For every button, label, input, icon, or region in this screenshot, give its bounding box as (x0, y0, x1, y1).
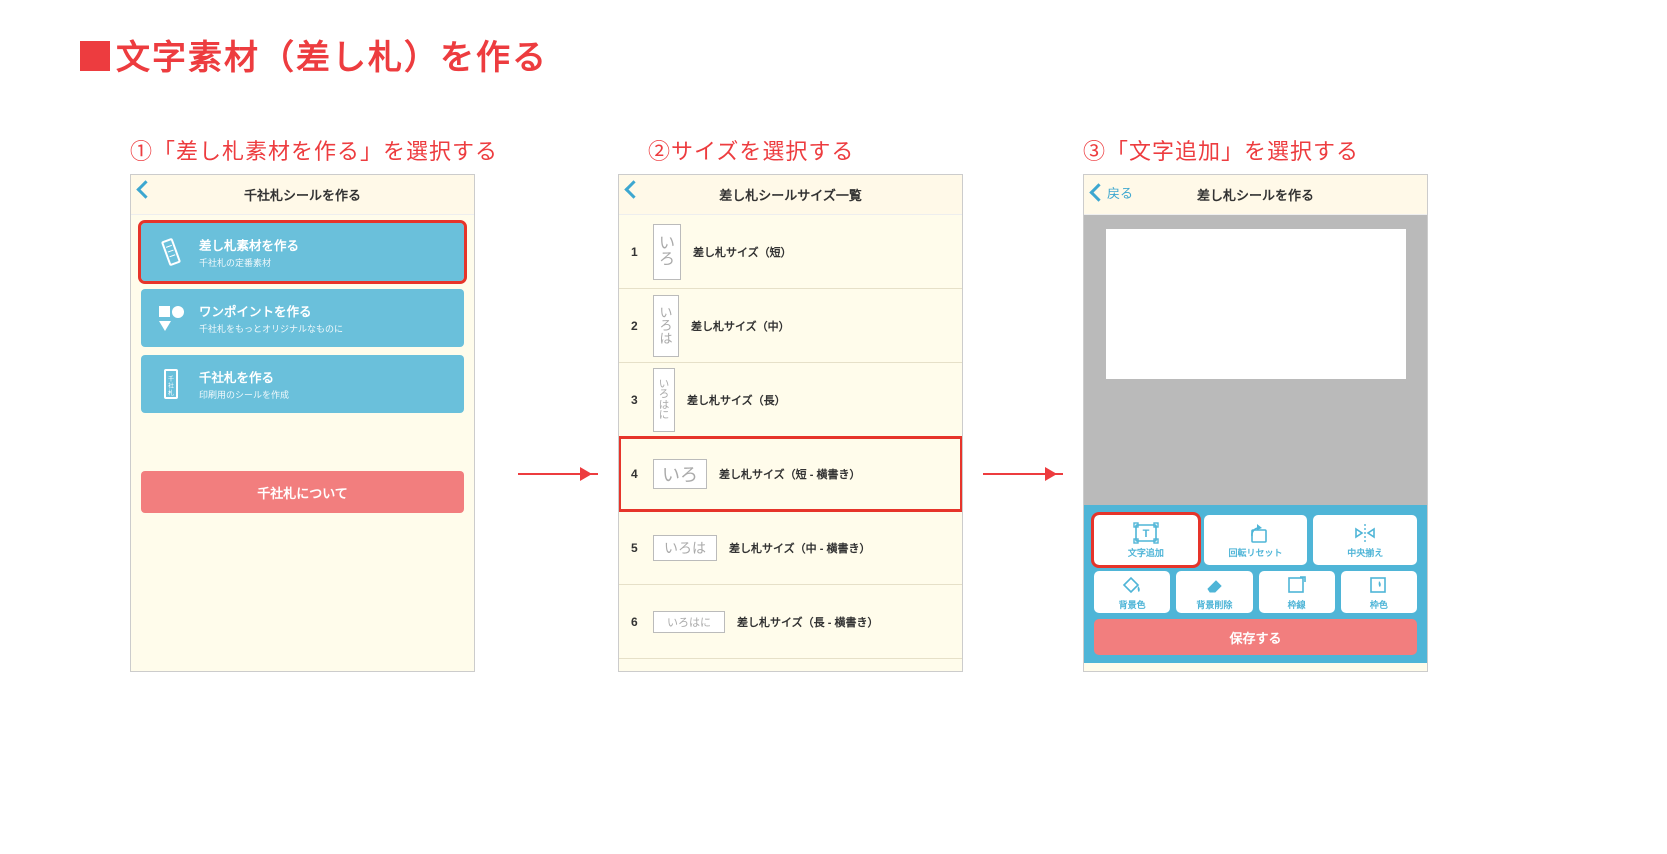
card-senjafuda[interactable]: 千社札 千社札を作る 印刷用のシールを作成 (141, 355, 464, 413)
screen-1-nav: 千社札シールを作る (131, 175, 474, 215)
tool-center[interactable]: 中央揃え (1313, 515, 1417, 565)
card-sashifuda[interactable]: 差し札素材を作る 千社札の定番素材 (141, 223, 464, 281)
fuda-icon: 千社札 (153, 366, 189, 402)
screen-3: 戻る 差し札シールを作る T 文字追加 (1083, 174, 1428, 672)
back-button[interactable] (139, 183, 154, 196)
step-1-label: ①「差し札素材を作る」を選択する (130, 134, 498, 166)
size-row-5[interactable]: 5 いろは 差し札サイズ（中 - 横書き） (619, 511, 962, 585)
canvas[interactable] (1106, 229, 1406, 379)
size-row-1[interactable]: 1 いろ 差し札サイズ（短） (619, 215, 962, 289)
tool-frame-color[interactable]: 枠色 (1341, 571, 1417, 613)
thumb-icon: いろは (653, 295, 679, 357)
shapes-icon (153, 300, 189, 336)
back-button[interactable] (627, 183, 640, 196)
tool-bg-color[interactable]: 背景色 (1094, 571, 1170, 613)
canvas-area[interactable] (1084, 215, 1427, 505)
size-row-4[interactable]: 4 いろ 差し札サイズ（短 - 横書き） (619, 437, 962, 511)
reset-rotation-icon (1243, 522, 1269, 544)
center-align-icon (1352, 522, 1378, 544)
title-square-icon (80, 41, 110, 71)
screen-3-title: 差し札シールを作る (1197, 185, 1314, 204)
eraser-icon (1203, 574, 1225, 596)
svg-text:T: T (1142, 528, 1149, 540)
step-2-label: ②サイズを選択する (618, 134, 963, 166)
screen-2: 差し札シールサイズ一覧 1 いろ 差し札サイズ（短） 2 いろは 差し札サイズ（… (618, 174, 963, 672)
screen-2-title: 差し札シールサイズ一覧 (719, 185, 862, 204)
screen-3-nav: 戻る 差し札シールを作る (1084, 175, 1427, 215)
screen-1: 千社札シールを作る 差し札素材を作る 千社札の定番素材 (130, 174, 475, 672)
svg-text:札: 札 (168, 389, 174, 397)
back-button[interactable]: 戻る (1092, 183, 1133, 202)
tool-frame[interactable]: 枠線 (1259, 571, 1335, 613)
about-button[interactable]: 千社札について (141, 471, 464, 513)
size-row-3[interactable]: 3 いろはに 差し札サイズ（長） (619, 363, 962, 437)
card-sub: 千社札をもっとオリジナルなものに (199, 322, 343, 335)
thumb-icon: いろは (653, 535, 717, 561)
page-title: 文字素材（差し札）を作る (80, 30, 1587, 79)
screen-1-title: 千社札シールを作る (244, 185, 361, 204)
card-title: 差し札素材を作る (199, 235, 299, 254)
step-2: ②サイズを選択する 差し札シールサイズ一覧 1 いろ 差し札サイズ（短） 2 い… (618, 134, 963, 672)
toolbar: T 文字追加 回転リセット 中央揃え (1084, 505, 1427, 663)
thumb-icon: いろはに (653, 611, 725, 633)
svg-text:千: 千 (168, 375, 174, 383)
step-3: ③「文字追加」を選択する 戻る 差し札シールを作る T 文字追加 (1083, 134, 1428, 672)
tool-bg-remove[interactable]: 背景削除 (1176, 571, 1252, 613)
card-title: ワンポイントを作る (199, 301, 343, 320)
tool-reset-rotation[interactable]: 回転リセット (1204, 515, 1308, 565)
arrow-2 (963, 134, 1083, 814)
card-sub: 印刷用のシールを作成 (199, 388, 289, 401)
paint-bucket-icon (1121, 574, 1143, 596)
step-1: ①「差し札素材を作る」を選択する 千社札シールを作る 差し札素材を作る 千社札の… (130, 134, 498, 672)
thumb-icon: いろはに (653, 368, 675, 432)
card-title: 千社札を作る (199, 367, 289, 386)
card-onepoint[interactable]: ワンポイントを作る 千社札をもっとオリジナルなものに (141, 289, 464, 347)
tool-add-text[interactable]: T 文字追加 (1094, 515, 1198, 565)
card-sub: 千社札の定番素材 (199, 256, 299, 269)
thumb-icon: いろ (653, 459, 707, 489)
svg-text:社: 社 (168, 382, 174, 390)
thumb-icon: いろ (653, 224, 681, 280)
arrow-1 (498, 134, 618, 814)
frame-icon (1286, 574, 1308, 596)
save-button[interactable]: 保存する (1094, 619, 1417, 655)
screen-2-nav: 差し札シールサイズ一覧 (619, 175, 962, 215)
tag-icon (153, 234, 189, 270)
step-3-label: ③「文字追加」を選択する (1083, 134, 1428, 166)
size-row-2[interactable]: 2 いろは 差し札サイズ（中） (619, 289, 962, 363)
add-text-icon: T (1133, 522, 1159, 544)
size-row-6[interactable]: 6 いろはに 差し札サイズ（長 - 横書き） (619, 585, 962, 659)
frame-color-icon (1368, 574, 1390, 596)
steps-row: ①「差し札素材を作る」を選択する 千社札シールを作る 差し札素材を作る 千社札の… (80, 134, 1587, 814)
